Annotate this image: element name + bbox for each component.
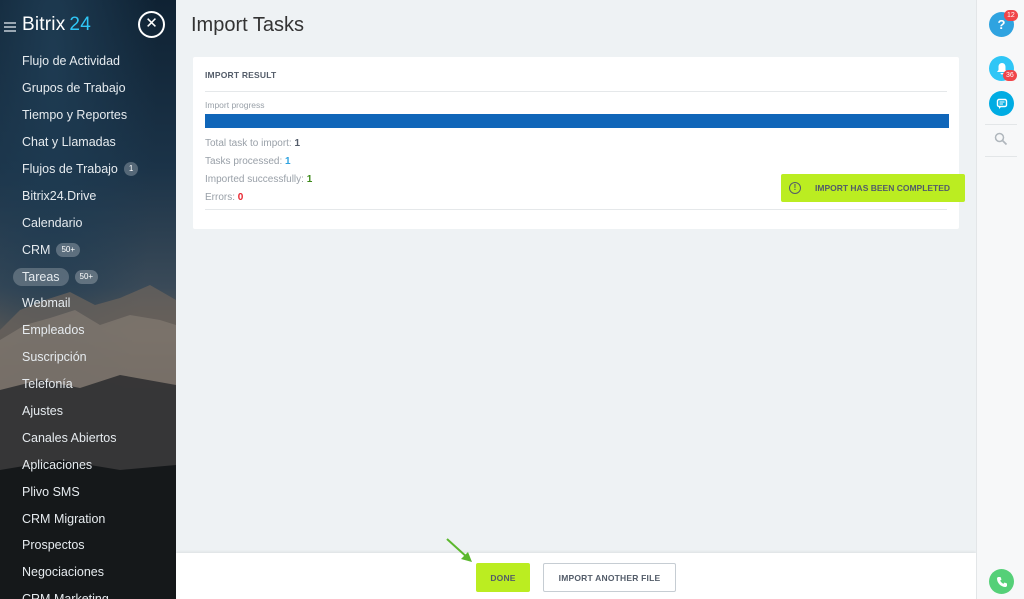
stat-total-value: 1 xyxy=(294,138,301,149)
stat-success: Imported successfully: 1 xyxy=(205,174,312,185)
sidebar-item[interactable]: Flujos de Trabajo 1 xyxy=(0,156,176,183)
done-button[interactable]: DONE xyxy=(476,563,530,592)
stat-errors-label: Errors: xyxy=(205,192,238,203)
bitrix-logo[interactable]: Bitrix 24 xyxy=(22,14,91,36)
card-title: IMPORT RESULT xyxy=(205,70,277,80)
sidebar-item[interactable]: Aplicaciones xyxy=(0,451,176,478)
sidebar-item[interactable]: Calendario xyxy=(0,209,176,236)
sidebar-item[interactable]: Negociaciones xyxy=(0,559,176,586)
sidebar-item-label: Aplicaciones xyxy=(22,457,93,472)
sidebar-item[interactable]: Flujo de Actividad xyxy=(0,48,176,75)
divider xyxy=(205,209,947,210)
sidebar-item-label: Grupos de Trabajo xyxy=(22,81,126,96)
sidebar-item-label: Bitrix24.Drive xyxy=(22,188,97,203)
import-result-card: IMPORT RESULT Import progress Total task… xyxy=(193,57,965,229)
sidebar-item-label: CRM Migration xyxy=(22,511,106,526)
sidebar-item-label: Prospectos xyxy=(22,538,85,553)
search-icon[interactable] xyxy=(994,132,1008,146)
stat-errors-value: 0 xyxy=(237,192,244,203)
sidebar-item[interactable]: CRM 50+ xyxy=(0,236,176,263)
stat-total: Total task to import: 1 xyxy=(205,138,300,149)
logo-text: Bitrix xyxy=(22,14,66,35)
sidebar-item-label: Empleados xyxy=(22,323,85,338)
sidebar-item-label: CRM Marketing xyxy=(22,592,109,599)
sidebar-item-label: Canales Abiertos xyxy=(22,430,117,445)
sidebar-item[interactable]: Tiempo y Reportes xyxy=(0,102,176,129)
page-title: Import Tasks xyxy=(191,14,304,36)
help-badge: 12 xyxy=(1004,10,1018,21)
sidebar-item[interactable]: Suscripción xyxy=(0,344,176,371)
sidebar-item-label: Tareas xyxy=(13,267,69,286)
alert-icon: ! xyxy=(789,182,801,194)
divider xyxy=(985,156,1017,157)
import-another-file-button[interactable]: IMPORT ANOTHER FILE xyxy=(543,563,676,592)
sidebar-item-label: Flujos de Trabajo xyxy=(22,162,118,176)
stat-processed-label: Tasks processed: xyxy=(205,156,286,167)
sidebar-item-label: Tiempo y Reportes xyxy=(22,108,128,123)
phone-icon[interactable] xyxy=(989,569,1014,594)
progress-label: Import progress xyxy=(205,100,265,110)
sidebar-item-label: CRM xyxy=(22,242,51,257)
sidebar-item[interactable]: Canales Abiertos xyxy=(0,424,176,451)
sidebar-item-label: Telefonía xyxy=(22,377,73,392)
divider xyxy=(985,124,1017,125)
logo-row: Bitrix 24 ✕ xyxy=(0,8,176,42)
stat-processed-value: 1 xyxy=(285,156,291,167)
sidebar-item-label: Ajustes xyxy=(22,404,63,419)
stat-processed: Tasks processed: 1 xyxy=(205,156,291,167)
sidebar-menu: Flujo de Actividad Grupos de Trabajo Tiemp… xyxy=(0,48,176,599)
complete-badge-text: IMPORT HAS BEEN COMPLETED xyxy=(815,183,951,193)
stat-total-label: Total task to import: xyxy=(205,138,295,149)
chat-icon[interactable] xyxy=(989,91,1014,116)
bell-badge: 36 xyxy=(1003,70,1017,81)
menu-icon[interactable] xyxy=(4,22,16,32)
divider xyxy=(205,91,947,92)
sidebar-counter-badge: 50+ xyxy=(56,242,81,257)
footer-bar: DONE IMPORT ANOTHER FILE xyxy=(176,553,976,599)
sidebar-item[interactable]: Webmail xyxy=(0,290,176,317)
main-content: Import Tasks IMPORT RESULT Import progre… xyxy=(176,0,976,553)
sidebar-item[interactable]: CRM Migration xyxy=(0,505,176,532)
stat-success-label: Imported successfully: xyxy=(205,174,307,185)
stat-success-value: 1 xyxy=(306,174,313,185)
progress-fill xyxy=(205,114,949,128)
sidebar-item[interactable]: Plivo SMS xyxy=(0,478,176,505)
sidebar-item-label: Plivo SMS xyxy=(22,484,80,499)
sidebar-item-label: Flujo de Actividad xyxy=(22,54,120,69)
sidebar-item-label: Negociaciones xyxy=(22,565,104,580)
help-icon[interactable]: ? 12 xyxy=(989,10,1018,37)
stat-errors: Errors: 0 xyxy=(205,192,243,203)
close-icon[interactable]: ✕ xyxy=(138,11,165,38)
sidebar-item[interactable]: CRM Marketing xyxy=(0,586,176,599)
sidebar-counter-badge: 50+ xyxy=(74,269,99,284)
sidebar-item[interactable]: Chat y Llamadas xyxy=(0,129,176,156)
right-panel: ? 12 36 xyxy=(976,0,1024,599)
sidebar-item[interactable]: Prospectos xyxy=(0,532,176,559)
progress-bar xyxy=(205,114,949,128)
sidebar-item[interactable]: Empleados xyxy=(0,317,176,344)
sidebar-item-label: Webmail xyxy=(22,296,71,311)
bell-icon[interactable]: 36 xyxy=(989,56,1017,81)
arrow-pointer-icon xyxy=(446,538,472,562)
sidebar-counter-badge: 1 xyxy=(123,162,139,176)
sidebar-item-label: Chat y Llamadas xyxy=(22,135,116,150)
logo-number: 24 xyxy=(69,14,91,35)
left-sidebar: Bitrix 24 ✕ Flujo de Actividad Grupos de T… xyxy=(0,0,176,599)
sidebar-item[interactable]: Grupos de Trabajo xyxy=(0,75,176,102)
import-complete-badge: ! IMPORT HAS BEEN COMPLETED xyxy=(781,174,965,202)
sidebar-item[interactable]: Tareas 50+ xyxy=(0,263,176,290)
sidebar-item[interactable]: Bitrix24.Drive xyxy=(0,182,176,209)
sidebar-item[interactable]: Telefonía xyxy=(0,371,176,398)
sidebar-item-label: Calendario xyxy=(22,215,83,230)
sidebar-item-label: Suscripción xyxy=(22,350,87,365)
sidebar-item[interactable]: Ajustes xyxy=(0,398,176,425)
